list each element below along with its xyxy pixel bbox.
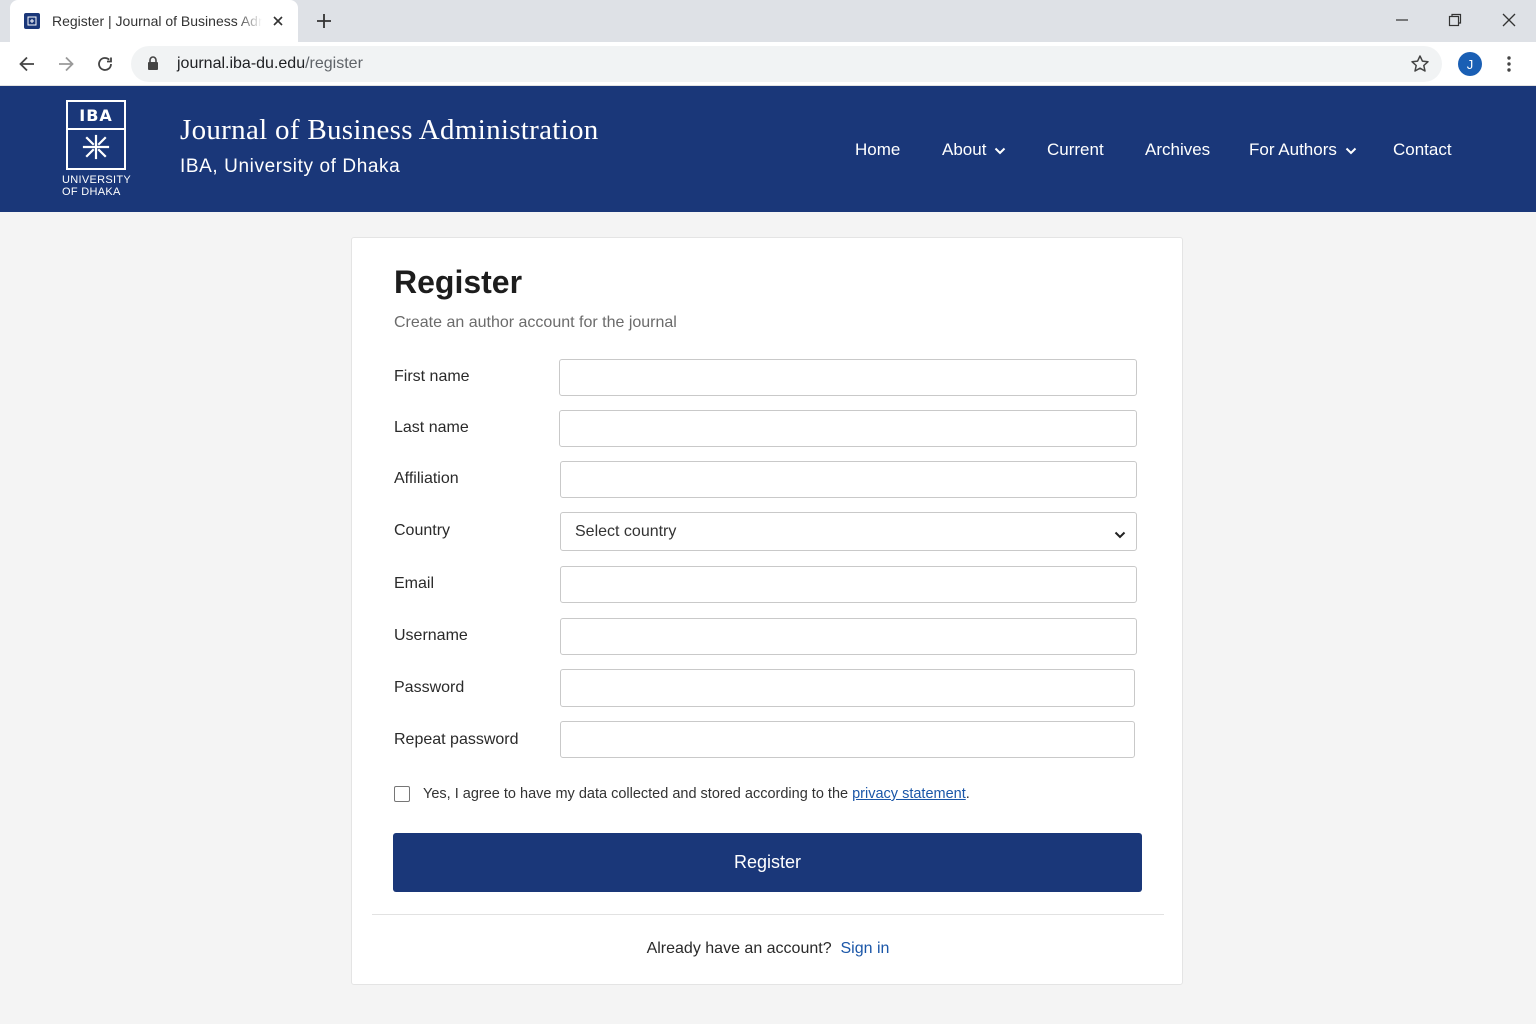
- nav-home[interactable]: Home: [855, 138, 900, 162]
- privacy-consent: Yes, I agree to have my data collected a…: [394, 786, 970, 802]
- repeat-password-input[interactable]: [560, 721, 1135, 758]
- close-tab-icon[interactable]: [268, 11, 288, 31]
- nav-for-authors[interactable]: For Authors: [1249, 138, 1357, 162]
- page-subtitle: Create an author account for the journal: [394, 314, 677, 331]
- username-label: Username: [394, 627, 468, 644]
- nav-home-label: Home: [855, 140, 901, 159]
- browser-menu-icon[interactable]: [1500, 52, 1518, 76]
- country-select[interactable]: Select country: [560, 512, 1137, 551]
- register-card: Register Create an author account for th…: [351, 237, 1183, 985]
- new-tab-plus-icon[interactable]: [312, 9, 336, 33]
- tab-title: Register | Journal of Business Administr…: [52, 13, 262, 29]
- privacy-consent-checkbox[interactable]: [394, 786, 410, 802]
- chevron-down-icon: [994, 140, 1006, 160]
- password-input[interactable]: [560, 669, 1135, 707]
- site-header: IBA UNIVERSITY OF DHAKA Journal of Busin…: [0, 86, 1536, 212]
- logo-divider: [68, 128, 124, 130]
- signin-prompt-text: Already have an account?: [646, 940, 837, 957]
- page-title: Register: [394, 264, 523, 300]
- bookmark-star-icon[interactable]: [1410, 54, 1430, 79]
- nav-contact[interactable]: Contact: [1393, 138, 1452, 162]
- site-favicon-icon: [24, 13, 40, 29]
- email-label: Email: [394, 575, 435, 592]
- nav-for-authors-label: For Authors: [1249, 140, 1337, 159]
- last-name-input[interactable]: [559, 410, 1137, 447]
- nav-about[interactable]: About: [942, 138, 1006, 162]
- browser-tab-bar: Register | Journal of Business Administr…: [0, 0, 1536, 42]
- nav-current[interactable]: Current: [1047, 138, 1104, 162]
- logo-subtext: UNIVERSITY OF DHAKA: [62, 174, 132, 198]
- sign-in-link[interactable]: Sign in: [841, 940, 890, 957]
- nav-about-label: About: [942, 140, 987, 159]
- country-selected-value: Select country: [575, 522, 677, 540]
- consent-period: .: [965, 786, 970, 802]
- nav-archives-label: Archives: [1145, 140, 1211, 159]
- register-button[interactable]: Register: [393, 833, 1142, 892]
- profile-avatar[interactable]: J: [1458, 52, 1482, 76]
- back-arrow-icon[interactable]: [15, 52, 39, 76]
- forward-arrow-icon[interactable]: [54, 52, 78, 76]
- url-path: /register: [305, 55, 363, 72]
- nav-contact-label: Contact: [1393, 140, 1452, 159]
- browser-toolbar: journal.iba-du.edu/register J: [0, 42, 1536, 86]
- affiliation-input[interactable]: [560, 461, 1137, 498]
- first-name-input[interactable]: [559, 359, 1137, 396]
- close-window-icon[interactable]: [1495, 8, 1523, 32]
- chevron-down-icon: [1345, 140, 1357, 160]
- password-label: Password: [394, 679, 465, 696]
- lock-icon: [147, 56, 159, 76]
- journal-title[interactable]: Journal of Business Administration: [180, 114, 599, 147]
- address-bar[interactable]: journal.iba-du.edu/register: [131, 46, 1442, 82]
- country-label: Country: [394, 522, 451, 539]
- minimize-icon[interactable]: [1388, 8, 1416, 32]
- nav-current-label: Current: [1047, 140, 1104, 159]
- url-host: journal.iba-du.edu: [177, 55, 306, 72]
- journal-subtitle: IBA, University of Dhaka: [180, 156, 401, 177]
- browser-tab[interactable]: Register | Journal of Business Administr…: [10, 0, 298, 42]
- logo-box: IBA: [66, 100, 126, 170]
- nav-archives[interactable]: Archives: [1145, 138, 1210, 162]
- first-name-label: First name: [394, 368, 470, 385]
- username-input[interactable]: [560, 618, 1137, 655]
- last-name-label: Last name: [394, 419, 469, 436]
- reload-icon[interactable]: [93, 52, 117, 76]
- consent-text: Yes, I agree to have my data collected a…: [423, 786, 849, 802]
- iba-emblem-icon: [81, 134, 111, 165]
- iba-logo[interactable]: IBA UNIVERSITY OF DHAKA: [62, 100, 132, 198]
- privacy-statement-link[interactable]: privacy statement: [852, 786, 966, 802]
- logo-text: IBA: [79, 106, 113, 125]
- signin-prompt: Already have an account? Sign in: [352, 940, 1184, 958]
- url-text: journal.iba-du.edu/register: [177, 55, 363, 73]
- card-divider: [372, 914, 1164, 915]
- repeat-password-label: Repeat password: [394, 731, 519, 748]
- chevron-down-icon: [1114, 526, 1126, 544]
- restore-icon[interactable]: [1441, 8, 1469, 32]
- affiliation-label: Affiliation: [394, 470, 459, 487]
- email-input[interactable]: [560, 566, 1137, 603]
